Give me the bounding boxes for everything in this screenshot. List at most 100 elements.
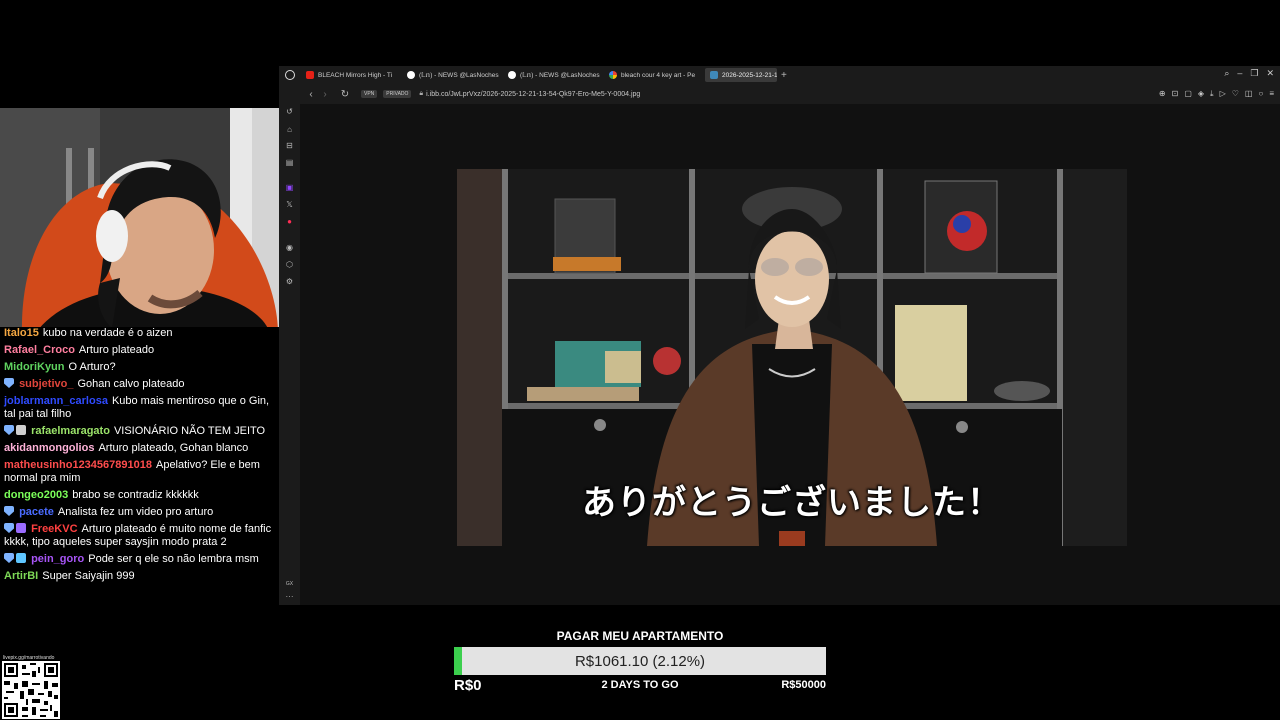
chat-username[interactable]: pein_goro	[31, 553, 84, 565]
shield-icon[interactable]: ◈	[1198, 89, 1204, 99]
close-icon[interactable]: ✕	[1266, 68, 1274, 79]
chat-text: Pode ser q ele so não lembra msm	[88, 553, 259, 565]
split-icon[interactable]: ◫	[1245, 89, 1253, 99]
tab-title: bleach cour 4 key art - Pe	[621, 71, 696, 79]
chat-text: brabo se contradiz kkkkkk	[72, 489, 199, 501]
chat-username[interactable]: rafaelmaragato	[31, 425, 110, 437]
chat-message: Rafael_Croco Arturo plateado	[4, 344, 275, 357]
more-icon[interactable]: ···	[284, 591, 295, 602]
download-icon[interactable]: ⤓	[1210, 89, 1214, 99]
tab-2[interactable]: (𝕃𝕟) - NEWS @LasNoches	[503, 68, 603, 82]
displayed-image: ありがとうございました！	[457, 169, 1127, 546]
browser-window: BLEACH Mirrors High - Ti (𝕃𝕟) - NEWS @La…	[279, 66, 1280, 605]
chat-text: VISIONÁRIO NÃO TEM JEITO	[113, 425, 266, 437]
chat-text: Super Saiyajin 999	[42, 570, 135, 582]
zoom-icon[interactable]: ⊕	[1159, 89, 1166, 99]
maximize-icon[interactable]: ❐	[1250, 68, 1258, 79]
subscriber-badge-icon	[16, 523, 26, 533]
chat-username[interactable]: MidoriKyun	[4, 361, 65, 373]
chat-username[interactable]: Italo15	[4, 327, 39, 339]
chat-username[interactable]: ArtirBI	[4, 570, 38, 582]
chat-username[interactable]: matheusinho1234567891018	[4, 459, 152, 471]
news-icon[interactable]: ▤	[284, 157, 295, 168]
chat-username[interactable]: joblarmann_carlosa	[4, 395, 108, 407]
chat-message: FreeKVC Arturo plateado é muito nome de f…	[4, 523, 275, 549]
window-controls: ⌕ – ❐ ✕	[1224, 68, 1274, 79]
facebook-icon	[508, 71, 516, 79]
back-icon[interactable]: ‹	[305, 89, 317, 100]
speech-icon[interactable]: ○	[1258, 89, 1263, 99]
browser-logo-icon[interactable]	[279, 66, 301, 84]
facebook-icon	[407, 71, 415, 79]
chat-message: subjetivo_ Gohan calvo plateado	[4, 378, 275, 391]
chat-text: Arturo plateado	[78, 344, 155, 356]
chat-username[interactable]: subjetivo_	[19, 378, 73, 390]
goal-progress-bar: R$1061.10 (2.12%)	[454, 647, 826, 675]
menu-icon[interactable]: ≡	[1269, 89, 1274, 99]
google-icon	[609, 71, 617, 79]
twitch-icon[interactable]: ▣	[284, 182, 295, 193]
moderator-badge-icon	[4, 506, 14, 516]
x-icon[interactable]: 𝕏	[284, 199, 295, 210]
music-icon[interactable]: ●	[284, 216, 295, 227]
chat-panel: Italo15 kubo na verdade é o aizen Rafael_…	[0, 327, 279, 607]
wallet-icon[interactable]: ⊟	[284, 140, 295, 151]
reload-icon[interactable]: ↻	[339, 89, 351, 100]
chat-message: Italo15 kubo na verdade é o aizen	[4, 327, 275, 340]
url-text[interactable]: i.ibb.co/JwLprVxz/2026-2025-12-21-13-54-…	[426, 91, 640, 98]
goal-title: PAGAR MEU APARTAMENTO	[556, 629, 724, 643]
pin-icon[interactable]: ▢	[1184, 89, 1192, 99]
lock-icon[interactable]: 🔒︎	[419, 90, 423, 98]
youtube-icon	[306, 71, 314, 79]
chat-message: dongeo2003 brabo se contradiz kkkkkk	[4, 489, 275, 502]
page-viewport: ありがとうございました！	[300, 104, 1280, 605]
imgbb-icon	[710, 71, 718, 79]
speaker-badge-icon	[16, 425, 26, 435]
play-icon[interactable]: ▷	[1220, 89, 1226, 99]
tab-0[interactable]: BLEACH Mirrors High - Ti	[301, 68, 401, 82]
chat-text: Arturo plateado, Gohan blanco	[98, 442, 249, 454]
chat-message: ArtirBI Super Saiyajin 999	[4, 570, 275, 583]
chat-username[interactable]: pacete	[19, 506, 54, 518]
tab-3[interactable]: bleach cour 4 key art - Pe	[604, 68, 704, 82]
chat-message: pacete Analista fez um video pro arturo	[4, 506, 275, 519]
player-icon[interactable]: ◉	[284, 242, 295, 253]
tab-title: (𝕃𝕟) - NEWS @LasNoches	[520, 72, 600, 79]
gx-icon[interactable]: GX	[284, 578, 295, 589]
vpn-badge[interactable]: VPN	[361, 90, 378, 98]
history-icon[interactable]: ↺	[284, 106, 295, 117]
chat-username[interactable]: Rafael_Croco	[4, 344, 75, 356]
chat-text: Analista fez um video pro arturo	[57, 506, 214, 518]
settings-icon[interactable]: ⚙	[284, 276, 295, 287]
tab-4-active[interactable]: 2026-2025-12-21-13-54	[705, 68, 777, 82]
image-caption: ありがとうございました！	[582, 483, 1002, 523]
tab-bar: BLEACH Mirrors High - Ti (𝕃𝕟) - NEWS @La…	[279, 66, 1280, 84]
tv-badge-icon	[16, 553, 26, 563]
snapshot-icon[interactable]: ⊡	[1172, 89, 1179, 99]
qr-code	[2, 661, 60, 719]
minimize-icon[interactable]: –	[1237, 68, 1242, 79]
extensions-icon[interactable]: ⬡	[284, 259, 295, 270]
moderator-badge-icon	[4, 523, 14, 533]
browser-sidebar: ↺ ⌂ ⊟ ▤ ▣ 𝕏 ● ◉ ⬡ ⚙ GX ···	[279, 104, 300, 605]
webcam-feed	[0, 108, 279, 334]
tab-1[interactable]: (𝕃𝕟) - NEWS @LasNoches	[402, 68, 502, 82]
moderator-badge-icon	[4, 553, 14, 563]
search-tabs-icon[interactable]: ⌕	[1224, 68, 1229, 79]
moderator-badge-icon	[4, 378, 14, 388]
chat-message: akidanmongolios Arturo plateado, Gohan bl…	[4, 442, 275, 455]
chat-username[interactable]: FreeKVC	[31, 523, 77, 535]
shop-icon[interactable]: ⌂	[284, 124, 295, 135]
new-tab-icon[interactable]: +	[781, 70, 787, 81]
heart-icon[interactable]: ♡	[1232, 89, 1239, 99]
tab-title: 2026-2025-12-21-13-54	[722, 71, 777, 79]
chat-message: joblarmann_carlosa Kubo mais mentiroso qu…	[4, 395, 275, 421]
chat-message: matheusinho1234567891018 Apelativo? Ele e…	[4, 459, 275, 485]
forward-icon[interactable]: ›	[319, 89, 331, 100]
chat-username[interactable]: dongeo2003	[4, 489, 68, 501]
chat-message: pein_goro Pode ser q ele so não lembra ms…	[4, 553, 275, 566]
chat-username[interactable]: akidanmongolios	[4, 442, 94, 454]
chat-message: rafaelmaragato VISIONÁRIO NÃO TEM JEITO	[4, 425, 275, 438]
goal-max: R$50000	[781, 679, 826, 691]
chat-text: kubo na verdade é o aizen	[42, 327, 173, 339]
